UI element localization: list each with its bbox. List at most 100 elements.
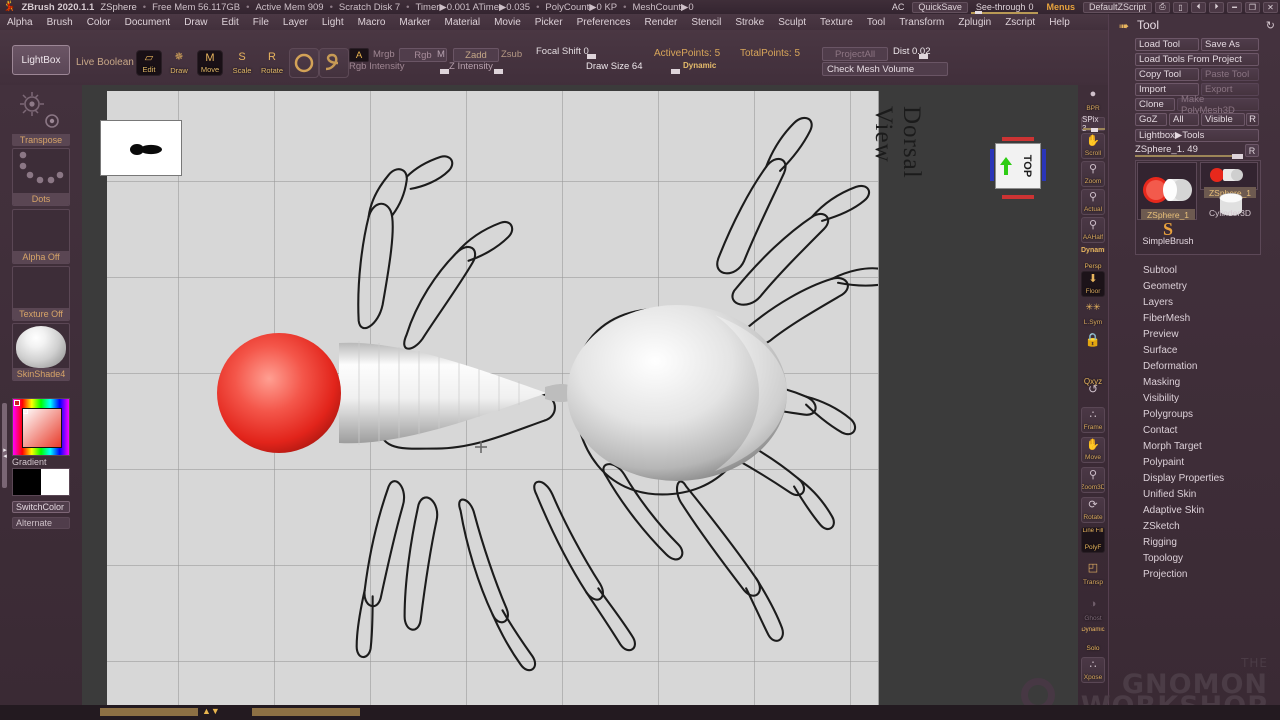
close-icon[interactable]: ✕ (1263, 1, 1278, 13)
floor-button[interactable]: ⬇ Floor (1081, 271, 1105, 297)
menu-item-light[interactable]: Light (315, 14, 351, 30)
menu-item-preferences[interactable]: Preferences (570, 14, 638, 30)
navcube-face[interactable]: TOP (995, 143, 1041, 189)
subpalette-geometry[interactable]: Geometry (1143, 278, 1273, 294)
right-tray-icon[interactable]: ⏵ (1209, 1, 1224, 13)
zscript-button[interactable]: DefaultZScript (1082, 1, 1152, 13)
menu-item-draw[interactable]: Draw (177, 14, 214, 30)
menu-item-stroke[interactable]: Stroke (728, 14, 771, 30)
m-label[interactable]: M (437, 49, 445, 60)
all-button[interactable]: All (1169, 113, 1199, 126)
subpalette-visibility[interactable]: Visibility (1143, 390, 1273, 406)
bottom-bar-triangles[interactable]: ▲▼ (202, 707, 220, 716)
copy-tool-button[interactable]: Copy Tool (1135, 68, 1199, 81)
stroke-transpose-picker[interactable]: Transpose (12, 88, 70, 146)
subpalette-rigging[interactable]: Rigging (1143, 534, 1273, 550)
lightbox-button[interactable]: LightBox (12, 45, 70, 75)
subpalette-layers[interactable]: Layers (1143, 294, 1273, 310)
dynamic-label[interactable]: Dynamic (683, 61, 716, 70)
paste-tool-button[interactable]: Paste Tool (1201, 68, 1259, 81)
scroll-button[interactable]: ✋ Scroll (1081, 133, 1105, 159)
menu-item-sculpt[interactable]: Sculpt (771, 14, 813, 30)
focal-shift-knob[interactable] (587, 54, 596, 59)
subpalette-masking[interactable]: Masking (1143, 374, 1273, 390)
draw-size-slider[interactable]: Draw Size 64 (586, 61, 696, 74)
bpr-render-button[interactable]: ● BPR (1081, 87, 1105, 113)
menu-item-help[interactable]: Help (1042, 14, 1077, 30)
dist-knob[interactable] (919, 54, 928, 59)
see-through-slider[interactable]: See-through 0 (970, 2, 1039, 15)
menus-toggle[interactable]: Menus (1041, 2, 1080, 13)
zsphere-slider-knob[interactable] (1232, 154, 1243, 159)
menu-item-document[interactable]: Document (118, 14, 178, 30)
quicksave-button[interactable]: QuickSave (912, 1, 968, 13)
bottom-bar-left-handle[interactable] (100, 708, 198, 716)
menu-item-render[interactable]: Render (638, 14, 685, 30)
zadd-button[interactable]: Zadd (453, 48, 499, 62)
zoom-button[interactable]: ⚲ Zoom (1081, 161, 1105, 187)
subpalette-surface[interactable]: Surface (1143, 342, 1273, 358)
xpose-button[interactable]: ∴ Xpose (1081, 657, 1105, 683)
lightbox-tools-button[interactable]: Lightbox▶Tools (1135, 129, 1259, 142)
save-as-button[interactable]: Save As (1201, 38, 1259, 51)
draw-mode-button[interactable]: ✵ Draw (166, 50, 192, 76)
rgb-intensity-knob[interactable] (440, 69, 449, 74)
subpalette-morph-target[interactable]: Morph Target (1143, 438, 1273, 454)
navigation-cube[interactable]: TOP (988, 135, 1048, 201)
visible-button[interactable]: Visible (1201, 113, 1245, 126)
color-picker[interactable] (12, 398, 70, 456)
texture-picker[interactable]: Texture Off (12, 266, 70, 321)
local-symmetry-button[interactable]: ✳✳ L.Sym (1081, 301, 1105, 327)
ghost-button[interactable]: ◑ Ghost (1081, 597, 1105, 623)
project-all-button[interactable]: ProjectAll (822, 47, 888, 61)
subpalette-polygroups[interactable]: Polygroups (1143, 406, 1273, 422)
rotate-nav-button[interactable]: ⟳ Rotate (1081, 497, 1105, 523)
visible-r-button[interactable]: R (1246, 113, 1259, 126)
subpalette-fibermesh[interactable]: FiberMesh (1143, 310, 1273, 326)
persp-button[interactable]: Dynamic Persp (1081, 245, 1105, 271)
alpha-toggle-button[interactable]: A (349, 48, 369, 62)
rgb-intensity-slider[interactable]: Rgb Intensity (349, 61, 449, 74)
brush-preview-icon[interactable]: ⎙ (1155, 1, 1170, 13)
goz-button[interactable]: GoZ (1135, 113, 1167, 126)
subpalette-unified-skin[interactable]: Unified Skin (1143, 486, 1273, 502)
menu-item-macro[interactable]: Macro (351, 14, 393, 30)
tray-icon[interactable]: ▯ (1173, 1, 1188, 13)
z-intensity-knob[interactable] (494, 69, 503, 74)
menu-item-alpha[interactable]: Alpha (0, 14, 40, 30)
stroke-dots-picker[interactable]: Dots (12, 148, 70, 206)
brush-preview-ring-icon[interactable] (289, 48, 319, 78)
dist-slider[interactable]: Dist 0.02 (893, 46, 955, 59)
move-nav-button[interactable]: ✋ Move (1081, 437, 1105, 463)
material-picker[interactable]: SkinShade4 (12, 323, 70, 381)
actual-size-button[interactable]: ⚲ Actual (1081, 189, 1105, 215)
switch-color-button[interactable]: SwitchColor (12, 501, 70, 513)
stroke-preview-icon[interactable] (319, 48, 349, 78)
document-thumbnail-preview[interactable] (100, 120, 182, 176)
subpalette-polypaint[interactable]: Polypaint (1143, 454, 1273, 470)
spix-knob[interactable] (1091, 128, 1098, 132)
scale-mode-button[interactable]: S Scale (229, 50, 255, 76)
qxyz-button[interactable]: Qxyz (1081, 361, 1105, 387)
frame-button[interactable]: ∴ Frame (1081, 407, 1105, 433)
move-mode-button[interactable]: M Move (197, 50, 223, 76)
draw-size-knob[interactable] (671, 69, 680, 74)
primary-color-swatch[interactable] (41, 469, 69, 495)
bottom-bar-right-handle[interactable] (252, 708, 360, 716)
transparency-button[interactable]: ◰ Transp (1081, 561, 1105, 587)
focal-shift-slider[interactable]: Focal Shift 0 (536, 46, 644, 59)
lock-button[interactable]: 🔒 (1081, 331, 1105, 357)
spix-slider[interactable]: SPix 3 (1081, 115, 1105, 133)
alternate-button[interactable]: Alternate (12, 517, 70, 529)
minimize-icon[interactable]: ━ (1227, 1, 1242, 13)
mrgb-label[interactable]: Mrgb (373, 49, 395, 60)
zsphere-model[interactable] (107, 91, 879, 713)
simplebrush-entry[interactable]: S SimpleBrush (1140, 220, 1196, 246)
alpha-picker[interactable]: Alpha Off (12, 209, 70, 264)
subpalette-topology[interactable]: Topology (1143, 550, 1273, 566)
zsub-label[interactable]: Zsub (501, 49, 522, 60)
restore-icon[interactable]: ❐ (1245, 1, 1260, 13)
menu-item-brush[interactable]: Brush (40, 14, 80, 30)
menu-item-texture[interactable]: Texture (813, 14, 860, 30)
load-tools-from-project-button[interactable]: Load Tools From Project (1135, 53, 1259, 66)
